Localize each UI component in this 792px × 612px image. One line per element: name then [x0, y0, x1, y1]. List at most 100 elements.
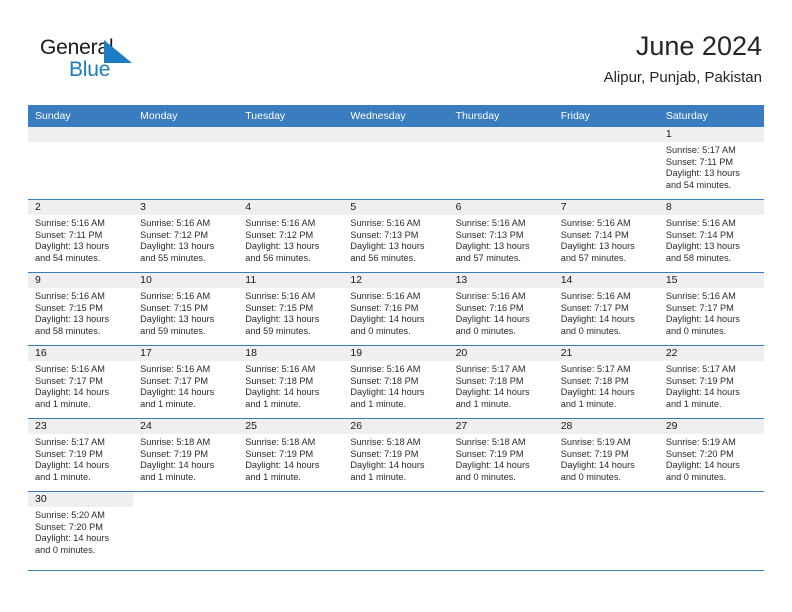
daylight-text-line2: and 0 minutes.: [665, 325, 727, 336]
daylight-text-line2: and 0 minutes.: [455, 471, 516, 482]
calendar-day-cell: [133, 127, 239, 200]
sunset-text: Sunset: 7:15 PM: [35, 302, 103, 313]
calendar-body: 1 Sunrise: 5:17 AM Sunset: 7:11 PM Daylight…: [28, 127, 764, 564]
daylight-text-line1: Daylight: 14 hours: [245, 460, 320, 471]
day-cell-content: 30 Sunrise: 5:20 AM Sunset: 7:20 PM Dayligh…: [28, 492, 134, 564]
daylight-text-line2: and 56 minutes.: [350, 252, 416, 263]
calendar-day-cell[interactable]: 26 Sunrise: 5:18 AM Sunset: 7:19 PM Dayligh…: [343, 418, 449, 492]
calendar-day-cell[interactable]: 25 Sunrise: 5:18 AM Sunset: 7:19 PM Dayligh…: [238, 418, 344, 492]
sunrise-text: Sunrise: 5:19 AM: [560, 437, 631, 447]
daylight-text-line1: Daylight: 13 hours: [140, 314, 215, 325]
calendar-day-cell[interactable]: 16 Sunrise: 5:16 AM Sunset: 7:17 PM Dayligh…: [28, 345, 134, 419]
day-cell-content: 18 Sunrise: 5:16 AM Sunset: 7:18 PM Dayligh…: [238, 346, 344, 418]
daylight-text-line1: Daylight: 13 hours: [35, 314, 110, 325]
calendar-day-cell[interactable]: 22 Sunrise: 5:17 AM Sunset: 7:19 PM Dayligh…: [658, 345, 764, 419]
calendar-day-cell[interactable]: 30 Sunrise: 5:20 AM Sunset: 7:20 PM Dayligh…: [28, 491, 134, 564]
day-number: 10: [133, 273, 239, 288]
weekday-header-thursday: Thursday: [448, 105, 554, 127]
calendar-day-cell[interactable]: 17 Sunrise: 5:16 AM Sunset: 7:17 PM Dayligh…: [133, 345, 239, 419]
sunset-text: Sunset: 7:17 PM: [560, 302, 629, 313]
calendar-day-cell: [238, 491, 344, 564]
day-number: 27: [448, 419, 554, 434]
daylight-text-line2: and 0 minutes.: [350, 325, 411, 336]
calendar-day-cell[interactable]: 13 Sunrise: 5:16 AM Sunset: 7:16 PM Dayligh…: [448, 272, 554, 346]
calendar-day-cell: [343, 127, 449, 200]
calendar-day-cell[interactable]: 28 Sunrise: 5:19 AM Sunset: 7:19 PM Dayligh…: [553, 418, 659, 492]
sunset-text: Sunset: 7:16 PM: [455, 302, 524, 313]
calendar-day-cell[interactable]: 24 Sunrise: 5:18 AM Sunset: 7:19 PM Dayligh…: [133, 418, 239, 492]
day-number: 24: [133, 419, 239, 434]
sunset-text: Sunset: 7:11 PM: [35, 229, 103, 240]
daylight-text-line1: Daylight: 14 hours: [35, 533, 110, 544]
calendar-day-cell[interactable]: 8 Sunrise: 5:16 AM Sunset: 7:14 PM Daylight…: [658, 199, 764, 273]
day-number: 26: [343, 419, 449, 434]
day-details: Sunrise: 5:16 AM Sunset: 7:17 PM Daylight:…: [133, 361, 238, 410]
day-details: Sunrise: 5:16 AM Sunset: 7:13 PM Daylight:…: [449, 215, 554, 264]
sunset-text: Sunset: 7:11 PM: [665, 156, 734, 167]
sunset-text: Sunset: 7:18 PM: [560, 375, 629, 386]
sunrise-text: Sunrise: 5:16 AM: [560, 218, 631, 228]
calendar-day-cell[interactable]: 12 Sunrise: 5:16 AM Sunset: 7:16 PM Dayligh…: [343, 272, 449, 346]
daylight-text-line1: Daylight: 13 hours: [665, 168, 740, 179]
sunrise-text: Sunrise: 5:19 AM: [665, 437, 736, 447]
calendar-week-row: 30 Sunrise: 5:20 AM Sunset: 7:20 PM Dayligh…: [28, 491, 764, 564]
sunrise-text: Sunrise: 5:16 AM: [665, 218, 736, 228]
day-cell-content: 25 Sunrise: 5:18 AM Sunset: 7:19 PM Dayligh…: [238, 419, 344, 491]
sunset-text: Sunset: 7:20 PM: [665, 448, 734, 459]
day-details: Sunrise: 5:16 AM Sunset: 7:18 PM Daylight:…: [343, 361, 448, 410]
calendar-day-cell[interactable]: 21 Sunrise: 5:17 AM Sunset: 7:18 PM Dayligh…: [553, 345, 659, 419]
calendar-day-cell[interactable]: 20 Sunrise: 5:17 AM Sunset: 7:18 PM Dayligh…: [448, 345, 554, 419]
sunset-text: Sunset: 7:19 PM: [245, 448, 314, 459]
calendar-day-cell[interactable]: 15 Sunrise: 5:16 AM Sunset: 7:17 PM Dayligh…: [658, 272, 764, 346]
day-number: [553, 127, 659, 142]
daylight-text-line2: and 1 minute.: [245, 471, 301, 482]
calendar-day-cell[interactable]: 2 Sunrise: 5:16 AM Sunset: 7:11 PM Daylight…: [28, 199, 134, 273]
day-cell-content: 28 Sunrise: 5:19 AM Sunset: 7:19 PM Dayligh…: [553, 419, 659, 491]
day-cell-content: 12 Sunrise: 5:16 AM Sunset: 7:16 PM Dayligh…: [343, 273, 449, 345]
day-number: [238, 492, 343, 507]
day-details: Sunrise: 5:16 AM Sunset: 7:12 PM Daylight:…: [133, 215, 238, 264]
calendar-day-cell[interactable]: 10 Sunrise: 5:16 AM Sunset: 7:15 PM Dayligh…: [133, 272, 239, 346]
general-blue-logo[interactable]: General Blue: [40, 36, 190, 88]
sunset-text: Sunset: 7:17 PM: [665, 302, 734, 313]
calendar-day-cell[interactable]: 14 Sunrise: 5:16 AM Sunset: 7:17 PM Dayligh…: [553, 272, 659, 346]
day-number: 7: [553, 200, 659, 215]
daylight-text-line1: Daylight: 13 hours: [140, 241, 215, 252]
calendar-day-cell[interactable]: 11 Sunrise: 5:16 AM Sunset: 7:15 PM Dayligh…: [238, 272, 344, 346]
calendar-day-cell[interactable]: 5 Sunrise: 5:16 AM Sunset: 7:13 PM Daylight…: [343, 199, 449, 273]
daylight-text-line1: Daylight: 13 hours: [35, 241, 110, 252]
day-cell-content: 13 Sunrise: 5:16 AM Sunset: 7:16 PM Dayligh…: [448, 273, 554, 345]
daylight-text-line1: Daylight: 14 hours: [560, 460, 635, 471]
calendar-day-cell[interactable]: 18 Sunrise: 5:16 AM Sunset: 7:18 PM Dayligh…: [238, 345, 344, 419]
day-details: Sunrise: 5:16 AM Sunset: 7:16 PM Daylight:…: [449, 288, 554, 337]
calendar-day-cell[interactable]: 7 Sunrise: 5:16 AM Sunset: 7:14 PM Daylight…: [553, 199, 659, 273]
calendar-day-cell[interactable]: 23 Sunrise: 5:17 AM Sunset: 7:19 PM Dayligh…: [28, 418, 134, 492]
calendar-day-cell[interactable]: 29 Sunrise: 5:19 AM Sunset: 7:20 PM Dayligh…: [658, 418, 764, 492]
daylight-text-line2: and 57 minutes.: [455, 252, 521, 263]
calendar-day-cell[interactable]: 27 Sunrise: 5:18 AM Sunset: 7:19 PM Dayligh…: [448, 418, 554, 492]
calendar-day-cell[interactable]: 3 Sunrise: 5:16 AM Sunset: 7:12 PM Daylight…: [133, 199, 239, 273]
calendar-day-cell[interactable]: 9 Sunrise: 5:16 AM Sunset: 7:15 PM Daylight…: [28, 272, 134, 346]
calendar-day-cell[interactable]: 1 Sunrise: 5:17 AM Sunset: 7:11 PM Daylight…: [658, 127, 764, 200]
day-cell-content: [449, 492, 554, 564]
daylight-text-line2: and 58 minutes.: [665, 252, 732, 263]
day-number: 29: [658, 419, 764, 434]
daylight-text-line1: Daylight: 14 hours: [455, 387, 530, 398]
day-cell-content: [553, 127, 659, 199]
sunrise-text: Sunrise: 5:16 AM: [455, 218, 526, 228]
day-number: 5: [343, 200, 449, 215]
day-number: 3: [133, 200, 239, 215]
daylight-text-line2: and 0 minutes.: [560, 325, 621, 336]
calendar-day-cell[interactable]: 4 Sunrise: 5:16 AM Sunset: 7:12 PM Daylight…: [238, 199, 344, 273]
day-number: [28, 127, 134, 142]
day-cell-content: [28, 127, 134, 199]
day-cell-content: 24 Sunrise: 5:18 AM Sunset: 7:19 PM Dayligh…: [133, 419, 239, 491]
daylight-text-line2: and 56 minutes.: [245, 252, 311, 263]
sunrise-text: Sunrise: 5:16 AM: [35, 364, 105, 374]
calendar-week-row: 2 Sunrise: 5:16 AM Sunset: 7:11 PM Daylight…: [28, 199, 764, 273]
day-cell-content: [343, 492, 448, 564]
calendar-day-cell[interactable]: 6 Sunrise: 5:16 AM Sunset: 7:13 PM Daylight…: [448, 199, 554, 273]
calendar-day-cell[interactable]: 19 Sunrise: 5:16 AM Sunset: 7:18 PM Dayligh…: [343, 345, 449, 419]
daylight-text-line2: and 1 minute.: [140, 398, 196, 409]
day-details: Sunrise: 5:19 AM Sunset: 7:20 PM Daylight:…: [659, 434, 764, 483]
